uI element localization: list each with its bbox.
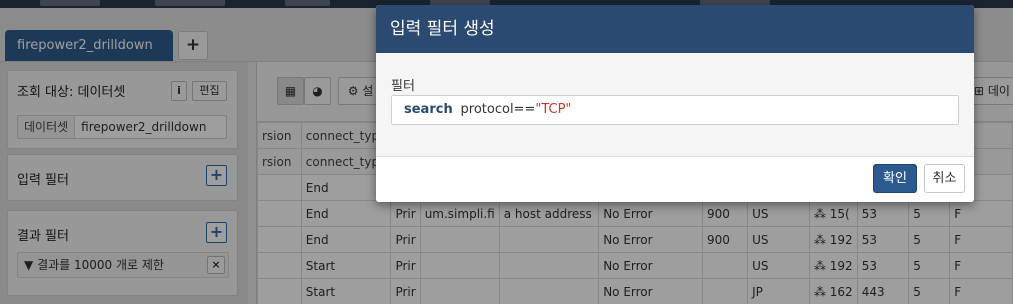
query-keyword: search [404,102,453,117]
create-input-filter-dialog: 입력 필터 생성 필터 search protocol=="TCP" 확인 취소 [376,5,974,202]
dialog-body: 필터 search protocol=="TCP" [376,53,974,157]
confirm-button[interactable]: 확인 [873,164,917,193]
query-value: "TCP" [535,102,572,117]
dialog-title: 입력 필터 생성 [376,5,974,53]
filter-query-input[interactable]: search protocol=="TCP" [391,95,959,125]
query-expression: protocol== [460,102,536,117]
cancel-button[interactable]: 취소 [924,164,965,193]
filter-field-label: 필터 [391,79,415,94]
